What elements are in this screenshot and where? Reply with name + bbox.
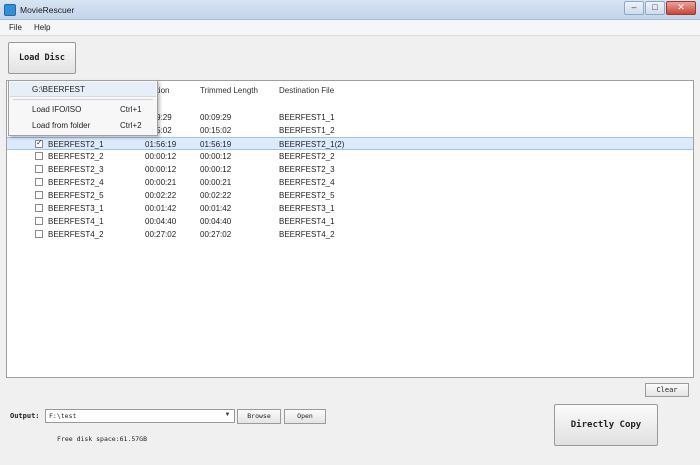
row-duration: 00:00:21 (145, 178, 177, 187)
row-destination-file: BEERFEST2_2 (279, 152, 335, 161)
row-destination-file: BEERFEST1_2 (279, 126, 335, 135)
row-duration: 00:00:12 (145, 165, 177, 174)
table-row[interactable]: BEERFEST2_2 00:00:12 00:00:12 BEERFEST2_2 (7, 150, 693, 163)
row-title-name: BEERFEST2_4 (48, 178, 104, 187)
row-trimmed-length: 00:02:22 (200, 191, 232, 200)
row-trimmed-length: 00:01:42 (200, 204, 232, 213)
dropdown-item-label: Load from folder (32, 121, 91, 130)
clear-button[interactable]: Clear (645, 383, 689, 397)
row-checkbox[interactable] (35, 178, 43, 186)
output-path-select[interactable]: F:\test ▼ (45, 409, 235, 423)
output-path-value: F:\test (49, 412, 77, 420)
browse-button[interactable]: Browse (237, 409, 281, 424)
row-destination-file: BEERFEST4_1 (279, 217, 335, 226)
table-row[interactable]: BEERFEST2_5 00:02:22 00:02:22 BEERFEST2_5 (7, 189, 693, 202)
row-destination-file: BEERFEST3_1 (279, 204, 335, 213)
row-trimmed-length: 00:00:12 (200, 165, 232, 174)
row-destination-file: BEERFEST4_2 (279, 230, 335, 239)
row-checkbox[interactable] (35, 165, 43, 173)
row-duration: 00:00:12 (145, 152, 177, 161)
row-title-name: BEERFEST4_2 (48, 230, 104, 239)
window-title: MovieRescuer (20, 5, 75, 15)
dropdown-item-label: Load IFO/ISO (32, 105, 82, 114)
row-duration: 00:04:40 (145, 217, 177, 226)
row-trimmed-length: 01:56:19 (200, 140, 232, 149)
menu-help[interactable]: Help (34, 23, 50, 32)
app-icon (4, 4, 16, 16)
load-dropdown-menu: G:\BEERFEST Load IFO/ISO Ctrl+1 Load fro… (8, 80, 158, 136)
row-title-name: BEERFEST3_1 (48, 204, 104, 213)
row-destination-file: BEERFEST2_1(2) (279, 140, 345, 149)
row-destination-file: BEERFEST2_5 (279, 191, 335, 200)
dropdown-item-shortcut: Ctrl+1 (120, 105, 142, 114)
row-title-name: BEERFEST2_5 (48, 191, 104, 200)
load-disc-button[interactable]: Load Disc (8, 42, 76, 74)
row-checkbox[interactable] (35, 138, 43, 148)
close-icon: ✕ (677, 2, 685, 12)
row-trimmed-length: 00:27:02 (200, 230, 232, 239)
dropdown-item-shortcut: Ctrl+2 (120, 121, 142, 130)
row-destination-file: BEERFEST2_4 (279, 178, 335, 187)
minimize-button[interactable]: – (624, 1, 644, 15)
row-duration: 00:01:42 (145, 204, 177, 213)
free-disk-space: Free disk space:61.57GB (57, 435, 148, 443)
close-button[interactable]: ✕ (666, 1, 696, 15)
dropdown-separator (13, 99, 153, 100)
row-checkbox[interactable] (35, 152, 43, 160)
row-checkbox[interactable] (35, 217, 43, 225)
table-row[interactable]: BEERFEST4_1 00:04:40 00:04:40 BEERFEST4_1 (7, 215, 693, 228)
menu-file[interactable]: File (9, 23, 22, 32)
dropdown-path-label: G:\BEERFEST (32, 85, 85, 94)
row-title-name: BEERFEST2_2 (48, 152, 104, 161)
menu-bar: File Help (0, 20, 700, 36)
dropdown-item-load-folder[interactable]: Load from folder Ctrl+2 (10, 119, 156, 133)
maximize-icon: □ (652, 2, 658, 12)
row-duration: 00:27:02 (145, 230, 177, 239)
minimize-icon: – (631, 2, 637, 12)
table-row[interactable]: BEERFEST3_1 00:01:42 00:01:42 BEERFEST3_1 (7, 202, 693, 215)
dropdown-path-item[interactable]: G:\BEERFEST (10, 82, 156, 97)
table-row[interactable]: BEERFEST2_4 00:00:21 00:00:21 BEERFEST2_4 (7, 176, 693, 189)
table-row[interactable]: BEERFEST2_1 01:56:19 01:56:19 BEERFEST2_1(2… (7, 137, 693, 150)
row-title-name: BEERFEST2_3 (48, 165, 104, 174)
row-checkbox[interactable] (35, 204, 43, 212)
row-destination-file: BEERFEST2_3 (279, 165, 335, 174)
output-label: Output: (10, 412, 40, 420)
table-row[interactable]: BEERFEST2_3 00:00:12 00:00:12 BEERFEST2_3 (7, 163, 693, 176)
row-duration: 00:02:22 (145, 191, 177, 200)
maximize-button[interactable]: □ (645, 1, 665, 15)
row-checkbox[interactable] (35, 230, 43, 238)
row-destination-file: BEERFEST1_1 (279, 113, 335, 122)
row-trimmed-length: 00:00:12 (200, 152, 232, 161)
row-trimmed-length: 00:09:29 (200, 113, 232, 122)
toolbar: Load Disc (0, 36, 700, 80)
title-bar: MovieRescuer – □ ✕ (0, 0, 700, 20)
row-trimmed-length: 00:00:21 (200, 178, 232, 187)
row-duration: 01:56:19 (145, 140, 177, 149)
row-title-name: BEERFEST2_1 (48, 140, 104, 149)
row-title-name: BEERFEST4_1 (48, 217, 104, 226)
dropdown-item-load-ifo[interactable]: Load IFO/ISO Ctrl+1 (10, 102, 156, 116)
row-trimmed-length: 00:04:40 (200, 217, 232, 226)
chevron-down-icon[interactable]: ▼ (223, 412, 232, 420)
column-header-destination-file[interactable]: Destination File (279, 86, 334, 95)
directly-copy-button[interactable]: Directly Copy (554, 404, 658, 446)
row-checkbox[interactable] (35, 191, 43, 199)
table-row[interactable]: BEERFEST4_2 00:27:02 00:27:02 BEERFEST4_2 (7, 228, 693, 241)
column-header-trimmed-length[interactable]: Trimmed Length (200, 86, 258, 95)
row-trimmed-length: 00:15:02 (200, 126, 232, 135)
open-button[interactable]: Open (284, 409, 326, 424)
